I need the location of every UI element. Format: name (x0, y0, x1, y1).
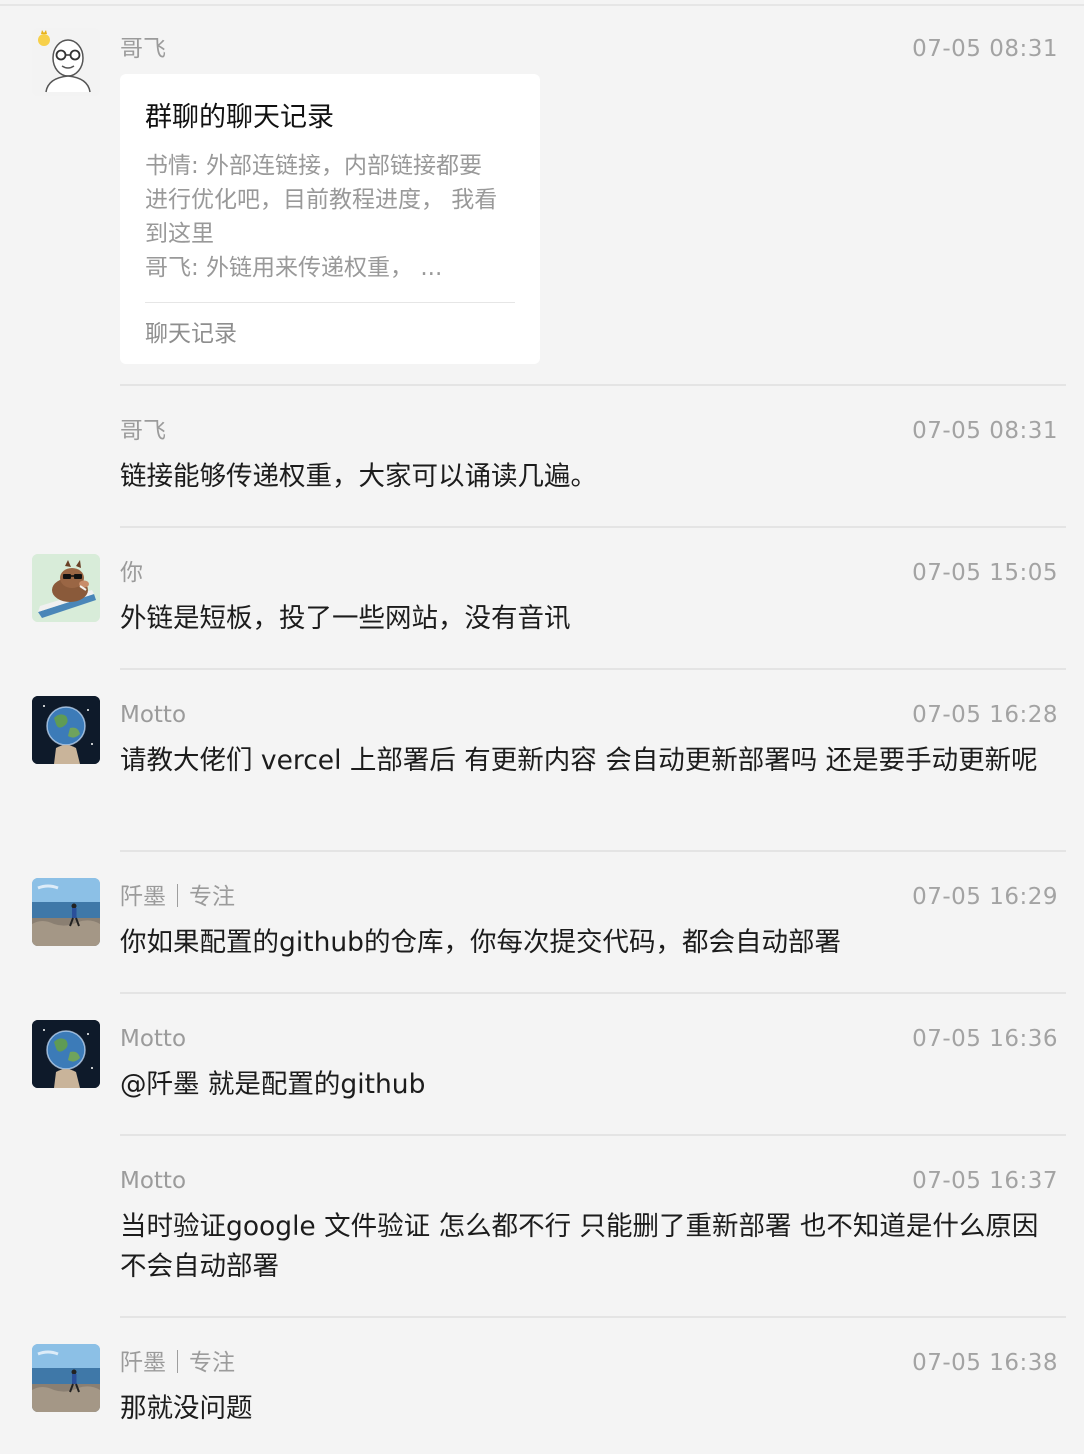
sender-name: Motto (120, 1168, 187, 1194)
message-divider (120, 992, 1066, 994)
timestamp: 07-05 16:38 (912, 1350, 1058, 1376)
sender-name: 阡墨｜专注 (120, 884, 235, 910)
message-divider (120, 1134, 1066, 1136)
timestamp: 07-05 15:05 (912, 560, 1058, 586)
preview-line: 哥飞: 外链用来传递权重， ... (145, 255, 443, 281)
top-border (0, 4, 1084, 6)
chat-record-title: 群聊的聊天记录 (145, 102, 334, 133)
timestamp: 07-05 08:31 (912, 36, 1058, 62)
message-text: 链接能够传递权重，大家可以诵读几遍。 (120, 461, 597, 492)
earth-in-hand-avatar-icon (32, 1020, 100, 1088)
sender-name: Motto (120, 1026, 187, 1052)
preview-line: 进行优化吧，目前教程进度， 我看 (145, 187, 498, 213)
message-text: 那就没问题 (120, 1393, 253, 1424)
earth-in-hand-avatar-icon (32, 696, 100, 764)
message-text: 请教大佬们 vercel 上部署后 有更新内容 会自动更新部署吗 还是要手动更新… (120, 745, 1038, 776)
avatar[interactable] (32, 878, 100, 946)
sender-name: 阡墨｜专注 (120, 1350, 235, 1376)
message-divider (120, 384, 1066, 386)
message-divider (120, 668, 1066, 670)
person-by-sea-avatar-icon (32, 878, 100, 946)
avatar[interactable] (32, 1344, 100, 1412)
message-divider (120, 526, 1066, 528)
timestamp: 07-05 16:36 (912, 1026, 1058, 1052)
preview-line: 书情: 外部连链接，内部链接都要 (145, 153, 483, 179)
timestamp: 07-05 16:37 (912, 1168, 1058, 1194)
avatar[interactable] (32, 1020, 100, 1088)
sender-name: 哥飞 (120, 36, 166, 62)
sender-name: 哥飞 (120, 418, 166, 444)
sender-name: Motto (120, 702, 187, 728)
card-divider (145, 302, 515, 303)
avatar[interactable] (32, 554, 100, 622)
message-text: 外链是短板，投了一些网站，没有音讯 (120, 603, 571, 634)
timestamp: 07-05 08:31 (912, 418, 1058, 444)
person-by-sea-avatar-icon (32, 1344, 100, 1412)
timestamp: 07-05 16:28 (912, 702, 1058, 728)
sender-name: 你 (120, 560, 143, 586)
message-divider (120, 850, 1066, 852)
message-text: 当时验证google 文件验证 怎么都不行 只能删了重新部署 也不知道是什么原因… (120, 1211, 1039, 1282)
boar-sunglasses-avatar-icon (32, 554, 100, 622)
avatar[interactable] (32, 28, 100, 96)
timestamp: 07-05 16:29 (912, 884, 1058, 910)
avatar[interactable] (32, 696, 100, 764)
message-text: @阡墨 就是配置的github (120, 1069, 426, 1100)
chat-record-footer: 聊天记录 (145, 321, 237, 347)
bald-glasses-avatar-icon (32, 28, 100, 96)
chat-record-card[interactable]: 群聊的聊天记录 书情: 外部连链接，内部链接都要 进行优化吧，目前教程进度， 我… (120, 74, 540, 364)
preview-line: 到这里 (145, 221, 214, 247)
message-divider (120, 1316, 1066, 1318)
message-text: 你如果配置的github的仓库，你每次提交代码，都会自动部署 (120, 927, 841, 958)
chat-record-preview: 书情: 外部连链接，内部链接都要 进行优化吧，目前教程进度， 我看 到这里 哥飞… (145, 149, 517, 285)
